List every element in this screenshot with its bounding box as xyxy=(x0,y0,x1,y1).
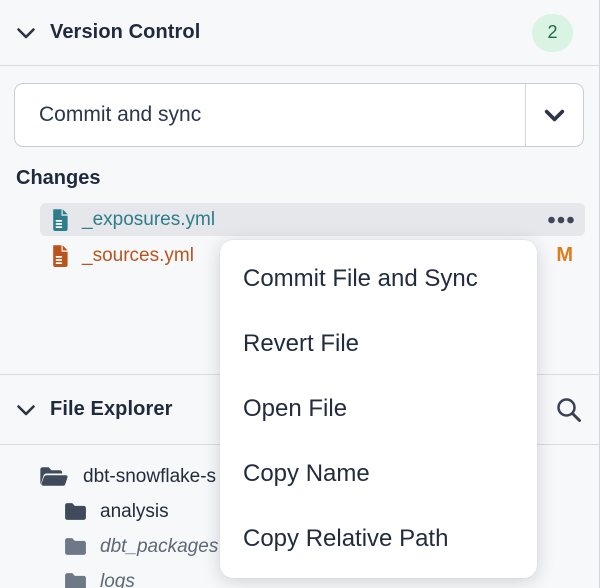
context-menu-item[interactable]: Commit File and Sync xyxy=(220,247,537,312)
version-control-panel: Version Control 2 Commit and sync Change… xyxy=(0,0,600,588)
commit-options-toggle[interactable] xyxy=(525,84,583,146)
file-context-menu: Commit File and Sync Revert File Open Fi… xyxy=(220,240,537,578)
changes-count-badge: 2 xyxy=(532,14,573,52)
changes-section-label: Changes xyxy=(16,167,100,190)
yml-file-icon xyxy=(50,208,70,232)
chevron-down-icon xyxy=(14,21,38,45)
yml-file-icon xyxy=(50,244,70,268)
changed-file-name: _exposures.yml xyxy=(82,209,215,231)
file-tree-item-name: dbt-snowflake-s xyxy=(83,466,216,488)
context-menu-item[interactable]: Copy Name xyxy=(220,441,537,506)
context-menu-item[interactable]: Copy Relative Path xyxy=(220,506,537,571)
file-explorer-title: File Explorer xyxy=(50,398,172,421)
chevron-down-icon xyxy=(14,398,38,422)
search-icon[interactable] xyxy=(554,395,584,425)
file-status-badge: M xyxy=(556,244,575,267)
file-tree-item-name: analysis xyxy=(100,501,169,523)
changed-file-name: _sources.yml xyxy=(82,245,194,267)
folder-icon xyxy=(63,571,88,588)
version-control-header[interactable]: Version Control 2 xyxy=(0,0,600,66)
file-tree-item-name: logs xyxy=(100,571,135,588)
context-menu-item[interactable]: Open File xyxy=(220,377,537,442)
context-menu-item[interactable]: Revert File xyxy=(220,312,537,377)
row-actions-ellipsis-button[interactable] xyxy=(547,216,575,224)
folder-open-icon xyxy=(38,465,68,488)
folder-icon xyxy=(63,501,88,522)
chevron-down-icon xyxy=(541,102,568,129)
commit-and-sync-label: Commit and sync xyxy=(15,84,525,146)
folder-icon xyxy=(63,536,88,557)
changed-file-row[interactable]: _exposures.yml xyxy=(40,203,585,236)
version-control-title: Version Control xyxy=(50,21,200,44)
file-tree-item-name: dbt_packages xyxy=(100,536,218,558)
commit-and-sync-button[interactable]: Commit and sync xyxy=(14,83,584,147)
